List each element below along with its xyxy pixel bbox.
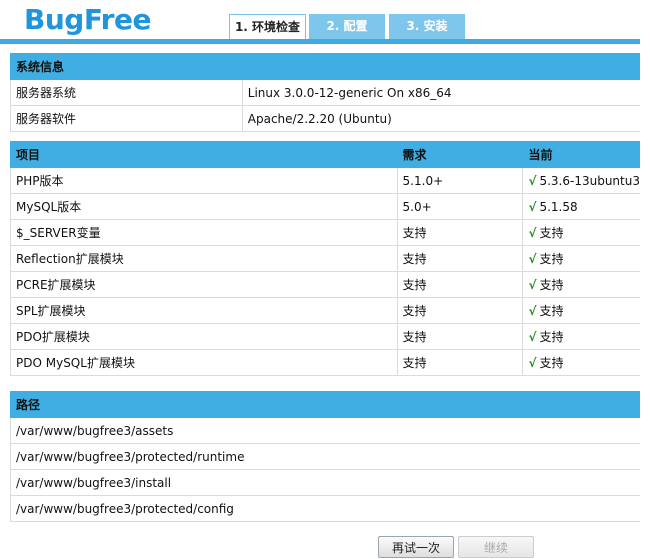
requirement-current: √ 支持	[522, 271, 640, 298]
table-row: /var/www/bugfree3/protected/runtime	[10, 443, 640, 470]
requirement-item: $_SERVER变量	[10, 219, 398, 246]
table-row: 服务器系统 Linux 3.0.0-12-generic On x86_64	[10, 79, 640, 106]
check-icon: √	[528, 330, 537, 344]
paths-title: 路径	[10, 391, 640, 418]
paths-table: 路径 /var/www/bugfree3/assets /var/www/bug…	[10, 391, 640, 522]
requirements-table: 项目 需求 当前 PHP版本 5.1.0+ √ 5.3.6-13ubuntu3 M…	[10, 141, 640, 376]
current-value: 支持	[539, 252, 564, 266]
requirement-current: √ 5.3.6-13ubuntu3	[522, 167, 640, 194]
tab-install[interactable]: 3. 安装	[389, 14, 465, 39]
bugfree-logo: BugFree	[24, 3, 151, 36]
table-row: 服务器软件 Apache/2.2.20 (Ubuntu)	[10, 105, 640, 132]
table-row: Reflection扩展模块 支持 √ 支持	[10, 245, 640, 272]
table-row: MySQL版本 5.0+ √ 5.1.58	[10, 193, 640, 220]
table-row: /var/www/bugfree3/assets	[10, 417, 640, 444]
system-info-header: 系统信息	[10, 53, 640, 80]
check-icon: √	[528, 199, 537, 214]
requirement-required: 支持	[396, 219, 523, 246]
path-value: /var/www/bugfree3/protected/runtime	[10, 443, 640, 470]
tab-configuration[interactable]: 2. 配置	[309, 14, 385, 39]
column-header-item: 项目	[10, 141, 398, 168]
check-icon: √	[528, 278, 537, 292]
requirement-item: PHP版本	[10, 167, 398, 194]
tab-environment-check[interactable]: 1. 环境检查	[229, 14, 306, 39]
requirement-current: √ 5.1.58	[522, 193, 640, 220]
current-value: 支持	[539, 330, 564, 344]
table-row: PDO扩展模块 支持 √ 支持	[10, 323, 640, 350]
check-icon: √	[528, 252, 537, 266]
tab-bar-underline	[0, 39, 640, 44]
requirement-item: SPL扩展模块	[10, 297, 398, 324]
requirement-required: 支持	[396, 323, 523, 350]
continue-button[interactable]: 继续	[458, 536, 534, 558]
current-value: 5.3.6-13ubuntu3	[539, 173, 640, 188]
current-value: 支持	[539, 356, 564, 370]
table-row: /var/www/bugfree3/protected/config	[10, 495, 640, 522]
table-row: $_SERVER变量 支持 √ 支持	[10, 219, 640, 246]
paths-header: 路径	[10, 391, 640, 418]
requirement-current: √ 支持	[522, 323, 640, 350]
requirement-item: PCRE扩展模块	[10, 271, 398, 298]
row-label: 服务器软件	[10, 105, 243, 132]
requirement-required: 5.0+	[396, 193, 523, 220]
path-value: /var/www/bugfree3/protected/config	[10, 495, 640, 522]
requirement-current: √ 支持	[522, 297, 640, 324]
check-icon: √	[528, 173, 537, 188]
table-row: PCRE扩展模块 支持 √ 支持	[10, 271, 640, 298]
row-value: Apache/2.2.20 (Ubuntu)	[241, 105, 640, 132]
requirement-required: 支持	[396, 349, 523, 376]
table-row: /var/www/bugfree3/install	[10, 469, 640, 496]
column-header-current: 当前	[522, 141, 640, 168]
requirement-current: √ 支持	[522, 219, 640, 246]
path-value: /var/www/bugfree3/assets	[10, 417, 640, 444]
table-row: PDO MySQL扩展模块 支持 √ 支持	[10, 349, 640, 376]
system-info-title: 系统信息	[10, 53, 640, 80]
check-icon: √	[528, 226, 537, 240]
retry-button[interactable]: 再试一次	[378, 536, 454, 558]
column-header-required: 需求	[396, 141, 523, 168]
table-row: SPL扩展模块 支持 √ 支持	[10, 297, 640, 324]
check-icon: √	[528, 304, 537, 318]
row-label: 服务器系统	[10, 79, 243, 106]
system-info-table: 系统信息 服务器系统 Linux 3.0.0-12-generic On x86…	[10, 53, 640, 132]
current-value: 支持	[539, 226, 564, 240]
requirement-required: 5.1.0+	[396, 167, 523, 194]
table-row: PHP版本 5.1.0+ √ 5.3.6-13ubuntu3	[10, 167, 640, 194]
current-value: 支持	[539, 304, 564, 318]
requirement-item: MySQL版本	[10, 193, 398, 220]
current-value: 支持	[539, 278, 564, 292]
requirement-current: √ 支持	[522, 245, 640, 272]
header: BugFree 1. 环境检查 2. 配置 3. 安装	[0, 0, 650, 44]
requirement-required: 支持	[396, 297, 523, 324]
requirement-item: PDO扩展模块	[10, 323, 398, 350]
requirement-current: √ 支持	[522, 349, 640, 376]
current-value: 5.1.58	[539, 199, 578, 214]
path-value: /var/www/bugfree3/install	[10, 469, 640, 496]
requirement-item: PDO MySQL扩展模块	[10, 349, 398, 376]
check-icon: √	[528, 356, 537, 370]
requirement-required: 支持	[396, 271, 523, 298]
requirement-required: 支持	[396, 245, 523, 272]
requirements-header: 项目 需求 当前	[10, 141, 640, 168]
requirement-item: Reflection扩展模块	[10, 245, 398, 272]
row-value: Linux 3.0.0-12-generic On x86_64	[241, 79, 640, 106]
